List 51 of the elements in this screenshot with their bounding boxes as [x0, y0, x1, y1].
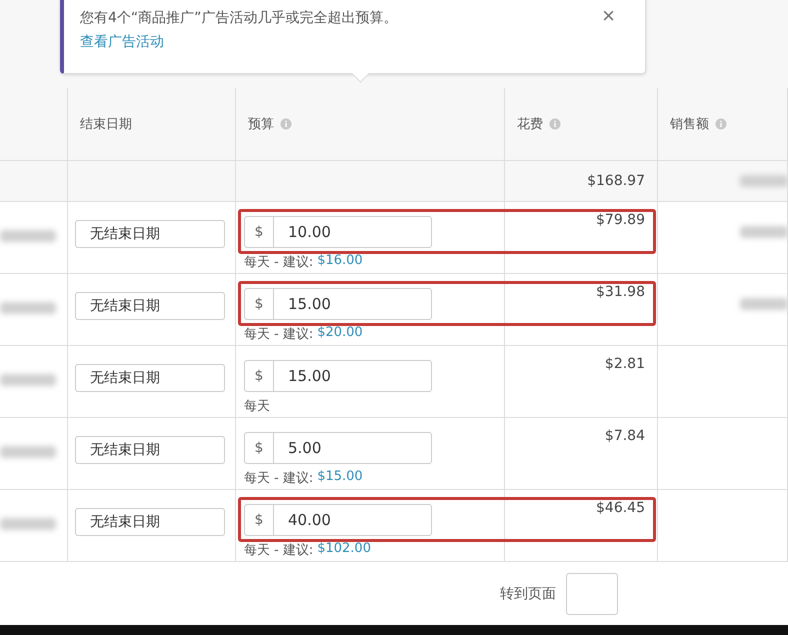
spend-value: $31.98 — [596, 284, 645, 302]
end-date-field[interactable]: 无结束日期 — [75, 436, 225, 464]
budget-input[interactable]: $ 5.00 — [244, 432, 432, 464]
budget-value: 40.00 — [287, 511, 331, 529]
info-icon[interactable] — [280, 118, 292, 130]
currency-prefix: $ — [245, 289, 274, 319]
budget-value: 10.00 — [287, 223, 331, 241]
suggested-budget: $20.00 — [317, 325, 363, 342]
view-campaigns-link[interactable]: 查看广告活动 — [80, 33, 164, 51]
suggestion-label: - 建议: — [274, 254, 314, 271]
column-header: 销售额 — [670, 116, 709, 133]
suggested-budget: $15.00 — [317, 469, 363, 486]
page-number-field[interactable] — [566, 572, 618, 614]
suggestion-label: - 建议: — [274, 326, 314, 343]
go-to-page-label: 转到页面 — [500, 584, 556, 602]
budget-value: 15.00 — [287, 295, 331, 313]
close-button[interactable]: × — [602, 5, 645, 27]
suggestion-label: - 建议: — [274, 542, 314, 559]
budget-input[interactable]: $ 15.00 — [244, 360, 432, 392]
end-date-field[interactable]: 无结束日期 — [75, 508, 225, 536]
budget-period: 每天 — [244, 542, 270, 559]
end-date-field[interactable]: 无结束日期 — [75, 292, 225, 320]
suggestion-label: - 建议: — [274, 470, 314, 487]
end-date-field[interactable]: 无结束日期 — [75, 364, 225, 392]
info-icon[interactable] — [549, 118, 561, 130]
column-header: 花费 — [517, 116, 543, 133]
currency-prefix: $ — [245, 217, 274, 247]
suggested-budget: $102.00 — [317, 541, 371, 558]
spend-value: $46.45 — [596, 500, 645, 518]
column-header: 结束日期 — [80, 116, 132, 133]
budget-period: 每天 — [244, 254, 270, 271]
info-icon[interactable] — [715, 118, 727, 130]
end-date-field[interactable]: 无结束日期 — [75, 220, 225, 248]
spend-value: $2.81 — [604, 356, 645, 374]
spend-value: $79.89 — [596, 212, 645, 230]
budget-value: 15.00 — [287, 367, 331, 385]
currency-prefix: $ — [245, 433, 274, 463]
spend-value: $7.84 — [604, 428, 645, 446]
budget-period: 每天 — [244, 398, 270, 415]
currency-prefix: $ — [245, 505, 274, 535]
currency-prefix: $ — [245, 361, 274, 391]
notification-message: 您有4个“商品推广”广告活动几乎或完全超出预算。 — [80, 9, 398, 27]
budget-input[interactable]: $ 40.00 — [244, 504, 432, 536]
budget-input[interactable]: $ 15.00 — [244, 288, 432, 320]
budget-period: 每天 — [244, 470, 270, 487]
total-spend: $168.97 — [587, 173, 645, 189]
budget-input[interactable]: $ 10.00 — [244, 216, 432, 248]
budget-period: 每天 — [244, 326, 270, 343]
budget-value: 5.00 — [287, 439, 322, 457]
suggested-budget: $16.00 — [317, 253, 363, 270]
column-header: 预算 — [248, 116, 274, 133]
